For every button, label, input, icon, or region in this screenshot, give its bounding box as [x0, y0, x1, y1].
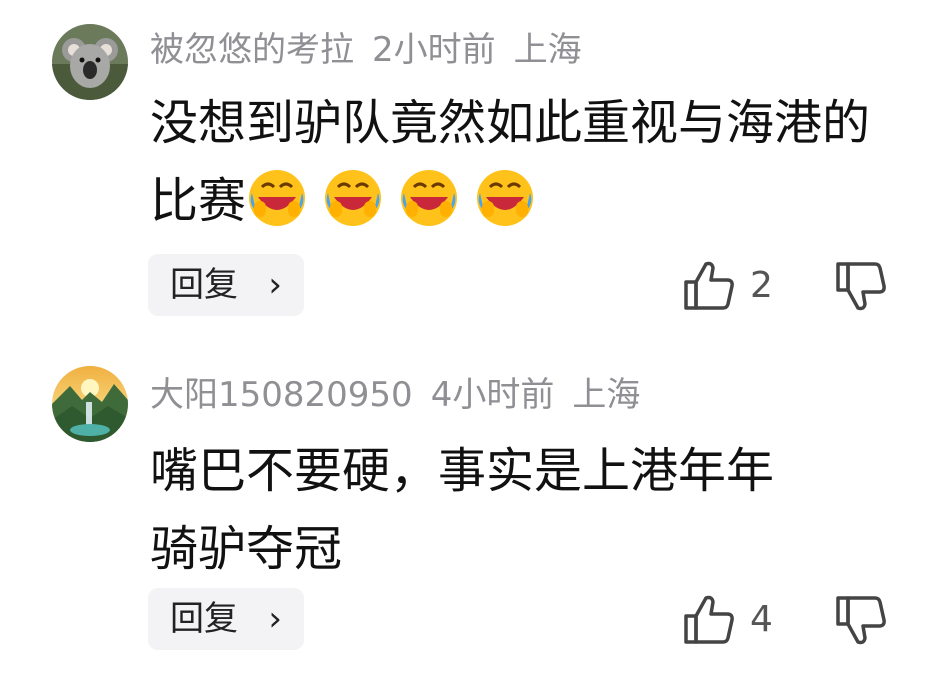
comment-body-line: 嘴巴不要硬，事实是上港年年 [150, 443, 775, 499]
laughing-crying-emoji-icon [474, 170, 550, 229]
comment-text: 没想到驴队竟然如此重视与海港的比赛 [150, 84, 890, 240]
reply-label: 回复 [170, 265, 238, 305]
location: 上海 [572, 375, 641, 415]
like-count: 2 [750, 265, 773, 306]
reply-button[interactable]: 回复 › [148, 254, 304, 316]
reply-label: 回复 [170, 599, 238, 639]
comment-text: 嘴巴不要硬，事实是上港年年 骑驴夺冠 [150, 432, 890, 588]
thumbs-down-icon[interactable] [832, 258, 888, 314]
laughing-crying-emoji-icon [398, 170, 474, 229]
timestamp: 4小时前 [430, 375, 555, 415]
laughing-crying-emoji-icon [246, 170, 322, 229]
user-avatar[interactable] [52, 24, 128, 100]
thumbs-up-icon[interactable] [678, 592, 738, 648]
thumbs-down-icon[interactable] [832, 592, 888, 648]
username[interactable]: 大阳150820950 [150, 375, 413, 415]
comment-meta: 被忽悠的考拉 2小时前 上海 [150, 25, 600, 75]
username[interactable]: 被忽悠的考拉 [150, 30, 354, 70]
chevron-right-icon: › [268, 265, 282, 305]
comment-meta: 大阳150820950 4小时前 上海 [150, 370, 658, 420]
chevron-right-icon: › [268, 599, 282, 639]
laughing-crying-emoji-icon [322, 170, 398, 229]
koala-avatar-image [52, 24, 128, 100]
user-avatar[interactable] [52, 366, 128, 442]
reply-button[interactable]: 回复 › [148, 588, 304, 650]
thumbs-up-icon[interactable] [678, 258, 738, 314]
comment-body-line: 骑驴夺冠 [150, 521, 343, 577]
location: 上海 [513, 30, 582, 70]
timestamp: 2小时前 [372, 30, 496, 70]
comment-item: 大阳150820950 4小时前 上海 嘴巴不要硬，事实是上港年年 骑驴夺冠 回复 … [0, 340, 939, 680]
comment-item: 被忽悠的考拉 2小时前 上海 没想到驴队竟然如此重视与海港的比赛 回复 › 2 [0, 0, 939, 340]
like-count: 4 [750, 599, 773, 640]
landscape-avatar-image [52, 366, 128, 442]
